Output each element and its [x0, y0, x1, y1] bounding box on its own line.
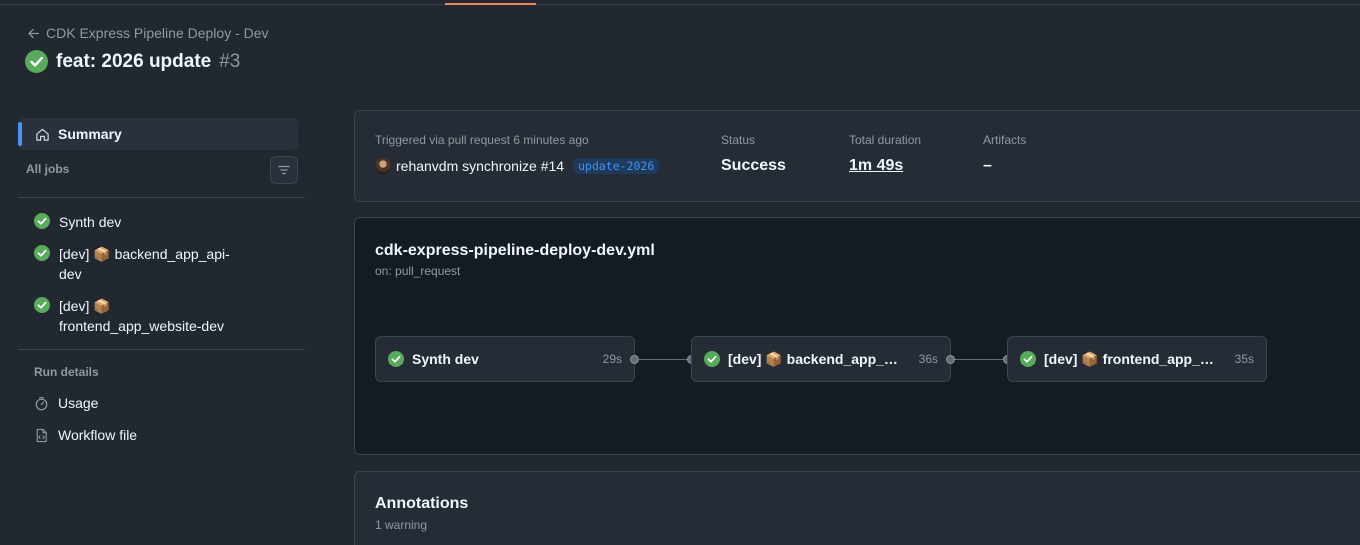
- run-title: feat: 2026 update: [56, 50, 212, 72]
- annotations-count: 1 warning: [375, 518, 428, 532]
- job-name: Synth dev: [412, 351, 479, 367]
- sidebar-item-label: Summary: [58, 126, 122, 142]
- back-to-workflow-link[interactable]: CDK Express Pipeline Deploy - Dev: [27, 25, 269, 41]
- job-duration: 35s: [1234, 352, 1254, 366]
- job-name-cont: dev: [59, 266, 82, 282]
- check-circle-icon: [1020, 351, 1036, 367]
- workflow-name: CDK Express Pipeline Deploy - Dev: [46, 25, 269, 41]
- sidebar-item-summary[interactable]: Summary: [18, 118, 298, 150]
- sidebar-item-usage[interactable]: Usage: [34, 395, 98, 411]
- connector-line: [639, 359, 687, 360]
- trigger-text[interactable]: rehanvdm synchronize #14: [396, 158, 564, 174]
- annotations-title: Annotations: [375, 495, 469, 512]
- job-name: [dev] 📦 frontend_app_website-dev: [1044, 350, 1220, 367]
- job-name: [dev] 📦 backend_app_api-: [59, 246, 230, 262]
- artifacts-value: –: [983, 157, 992, 174]
- graph-job-synth-dev[interactable]: Synth dev 29s: [375, 336, 635, 382]
- connector-dot: [630, 355, 639, 364]
- workflow-file-name: cdk-express-pipeline-deploy-dev.yml: [375, 242, 655, 259]
- check-circle-icon: [704, 351, 720, 367]
- sidebar-item-label: Workflow file: [58, 427, 138, 443]
- check-circle-icon: [25, 50, 48, 73]
- trigger-label: Triggered via pull request 6 minutes ago: [375, 133, 589, 147]
- duration-link[interactable]: 1m 49s: [849, 157, 903, 175]
- job-name: Synth dev: [59, 214, 122, 230]
- graph-job-backend[interactable]: [dev] 📦 backend_app_api-dev 36s: [691, 336, 951, 382]
- divider: [18, 197, 305, 198]
- active-indicator: [18, 122, 22, 146]
- sidebar-job-frontend[interactable]: [dev] 📦 frontend_app_website-dev: [34, 296, 224, 336]
- check-circle-icon: [34, 213, 50, 229]
- run-number: #3: [219, 50, 241, 72]
- sidebar-item-workflow-file[interactable]: Workflow file: [34, 427, 137, 443]
- duration-label: Total duration: [849, 133, 922, 147]
- all-jobs-heading: All jobs: [26, 162, 70, 176]
- job-duration: 36s: [918, 352, 938, 366]
- job-name: [dev] 📦: [59, 298, 111, 314]
- job-name: [dev] 📦 backend_app_api-dev: [728, 350, 904, 367]
- graph-job-frontend[interactable]: [dev] 📦 frontend_app_website-dev 35s: [1007, 336, 1267, 382]
- status-label: Status: [721, 133, 756, 147]
- avatar[interactable]: [375, 158, 391, 174]
- divider: [18, 349, 305, 350]
- file-code-icon: [36, 428, 47, 442]
- workflow-trigger: on: pull_request: [375, 264, 461, 278]
- filter-jobs-button[interactable]: [270, 156, 298, 184]
- sidebar-job-synth-dev[interactable]: Synth dev: [34, 212, 121, 232]
- artifacts-label: Artifacts: [983, 133, 1027, 147]
- stopwatch-icon: [35, 396, 48, 410]
- top-border: [0, 4, 1360, 5]
- check-circle-icon: [388, 351, 404, 367]
- workflow-graph-card: cdk-express-pipeline-deploy-dev.yml on: …: [354, 217, 1360, 455]
- job-name-cont: frontend_app_website-dev: [59, 318, 225, 334]
- job-duration: 29s: [602, 352, 622, 366]
- active-tab-underline: [445, 3, 536, 5]
- arrow-left-icon: [28, 28, 40, 38]
- sidebar-item-label: Usage: [58, 395, 99, 411]
- branch-label[interactable]: update-2026: [573, 158, 660, 174]
- status-value: Success: [721, 157, 786, 174]
- run-details-heading: Run details: [34, 365, 99, 379]
- connector-dot: [946, 355, 955, 364]
- check-circle-icon: [34, 297, 50, 313]
- annotations-card: Annotations 1 warning: [354, 471, 1360, 545]
- page-title: feat: 2026 update #3: [25, 50, 240, 73]
- sidebar-job-backend[interactable]: [dev] 📦 backend_app_api- dev: [34, 244, 230, 284]
- home-icon: [36, 128, 49, 141]
- trigger-details: rehanvdm synchronize #14 update-2026: [375, 158, 660, 174]
- check-circle-icon: [34, 245, 50, 261]
- run-summary-card: Triggered via pull request 6 minutes ago…: [354, 110, 1360, 202]
- connector-line: [955, 359, 1003, 360]
- filter-icon: [278, 165, 290, 175]
